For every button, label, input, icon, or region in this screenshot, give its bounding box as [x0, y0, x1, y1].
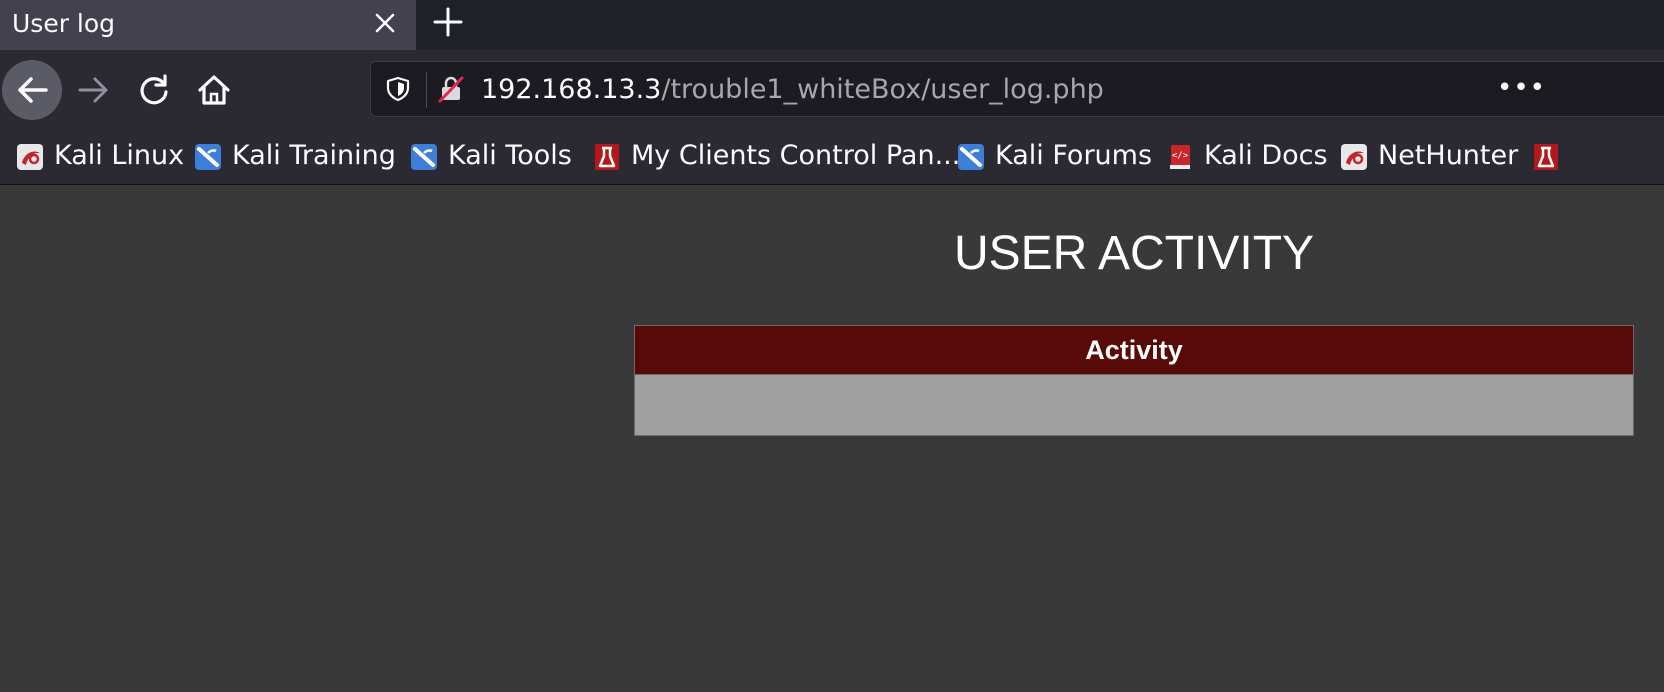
kali-tools-icon [410, 143, 438, 171]
insecure-connection-lock-icon[interactable] [437, 75, 465, 103]
nethunter-icon [1340, 143, 1368, 171]
bookmark-label: Kali Docs [1204, 140, 1328, 171]
bookmark-label: Kali Training [232, 140, 396, 171]
tab-title: User log [12, 9, 116, 38]
bookmark-label: Kali Linux [54, 140, 185, 171]
close-tab-icon[interactable] [368, 6, 402, 40]
docs-book-icon: </> [1166, 143, 1194, 171]
bookmark-label: NetHunter [1378, 140, 1519, 171]
bookmark-overflow-partial[interactable] [1532, 138, 1560, 174]
page-actions-more-icon[interactable]: ••• [1497, 72, 1545, 108]
flask-icon [1532, 143, 1560, 171]
table-row [634, 374, 1634, 436]
tracking-protection-shield-icon[interactable] [385, 76, 411, 102]
tab-user-log[interactable]: User log [0, 0, 416, 50]
page-title: USER ACTIVITY [953, 227, 1315, 280]
tab-strip: User log [0, 0, 1664, 50]
bookmark-label: Kali Forums [995, 140, 1153, 171]
new-tab-plus-icon[interactable] [430, 4, 466, 40]
forward-arrow-icon [78, 77, 108, 103]
kali-training-icon [194, 143, 222, 171]
url-path: /trouble1_whiteBox/user_log.php [661, 74, 1104, 105]
browser-window: User log 192.168.13.3/trouble1_whiteBox/… [0, 0, 1664, 692]
kali-forums-icon [957, 143, 985, 171]
home-button[interactable] [184, 60, 244, 120]
home-icon [198, 75, 230, 105]
bookmarks-toolbar: Kali Linux Kali Training Kali Tools My C… [0, 130, 1664, 185]
back-arrow-icon [18, 77, 48, 103]
navigation-toolbar: 192.168.13.3/trouble1_whiteBox/user_log.… [0, 50, 1664, 130]
url-text: 192.168.13.3/trouble1_whiteBox/user_log.… [481, 72, 1104, 108]
bookmark-label: My Clients Control Pan... [631, 140, 961, 171]
kali-dragon-icon [16, 143, 44, 171]
url-host: 192.168.13.3 [481, 74, 662, 105]
flask-icon [593, 143, 621, 171]
reload-button[interactable] [124, 60, 184, 120]
svg-text:</>: </> [1172, 151, 1189, 161]
activity-table: Activity [634, 325, 1634, 436]
back-button[interactable] [2, 60, 62, 120]
bookmark-label: Kali Tools [448, 140, 572, 171]
address-bar[interactable]: 192.168.13.3/trouble1_whiteBox/user_log.… [370, 61, 1664, 117]
reload-icon [140, 74, 168, 105]
address-bar-divider [426, 72, 427, 108]
activity-column-header: Activity [634, 325, 1634, 375]
page-content: USER ACTIVITY Activity [0, 185, 1664, 692]
forward-button[interactable] [64, 60, 124, 120]
activity-cell [634, 374, 1634, 436]
